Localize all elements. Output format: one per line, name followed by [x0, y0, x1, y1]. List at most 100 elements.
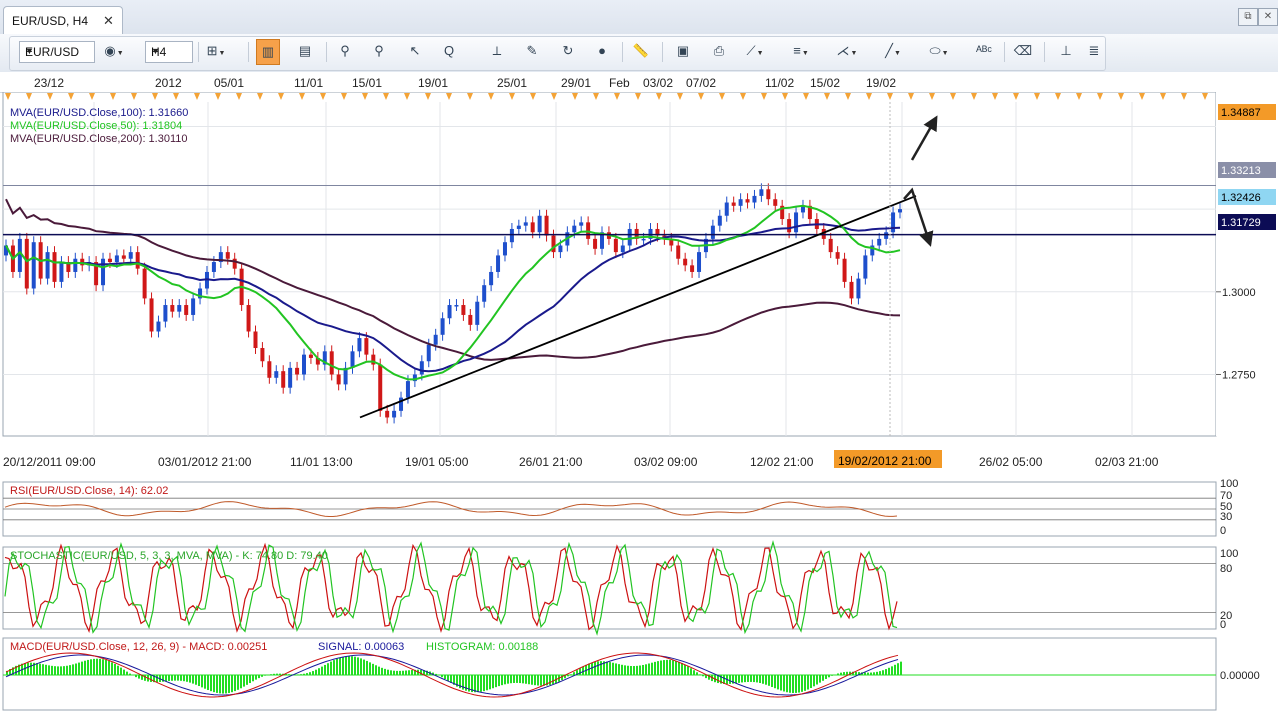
ruler-icon[interactable]: 📏	[630, 41, 652, 61]
candle-body	[579, 222, 584, 226]
macd-histogram-bar	[594, 661, 596, 675]
macd-histogram-bar	[552, 675, 554, 685]
macd-histogram-bar	[507, 675, 509, 684]
chart-area[interactable]: 1.3000 1.2750 MVA(EUR/USD.Close,100): 1.31…	[0, 92, 1278, 713]
candle-body	[288, 367, 293, 388]
channel-icon[interactable]: ≡▼	[790, 41, 812, 61]
macd-histogram-bar	[516, 675, 518, 683]
rsi-axis-label: 100	[1220, 478, 1238, 490]
indicators-icon[interactable]: ⊞▼	[205, 41, 227, 61]
pencil-icon[interactable]: ╱▼	[882, 41, 904, 61]
candle-body	[52, 252, 57, 282]
macd-histogram-bar	[66, 665, 68, 675]
candle-body	[302, 354, 306, 375]
macd-histogram-bar	[744, 675, 746, 683]
macd-histogram-bar	[786, 675, 788, 693]
candle-body	[787, 219, 792, 233]
stochastic-axis-label: 80	[1220, 563, 1232, 575]
macd-histogram-bar	[54, 666, 56, 675]
top-date-label: 29/01	[561, 76, 592, 90]
menu-icon[interactable]: ≣	[1083, 41, 1105, 61]
macd-histogram-bar	[126, 671, 128, 675]
macd-histogram-bar	[156, 675, 158, 683]
macd-histogram-bar	[396, 670, 398, 675]
image-icon[interactable]: ▣	[672, 41, 694, 61]
macd-histogram-bar	[666, 659, 668, 675]
candle-body	[849, 281, 854, 299]
candle-body	[246, 305, 251, 332]
edit-icon[interactable]: ✎	[521, 41, 543, 61]
macd-histogram-bar	[639, 665, 641, 675]
eraser-icon[interactable]: ⌫	[1012, 41, 1034, 61]
candle-body	[593, 238, 598, 249]
macd-histogram-bar	[855, 671, 857, 675]
candle-body	[468, 314, 473, 325]
zoom-area-icon[interactable]: Q	[438, 41, 460, 61]
bars-icon[interactable]: ▤	[294, 41, 316, 61]
candle-body	[516, 225, 521, 229]
macd-histogram-bar	[339, 657, 341, 675]
candle-body	[392, 410, 397, 418]
candle-body	[357, 338, 362, 352]
candle-body	[627, 228, 632, 246]
macd-histogram-bar	[27, 662, 29, 675]
candle-body	[101, 258, 106, 286]
candle-body	[211, 262, 216, 272]
candle-body	[142, 268, 147, 299]
zoom-in-icon[interactable]: ⚲	[334, 41, 356, 61]
rotate-icon[interactable]: ↻	[557, 41, 579, 61]
macd-histogram-bar	[117, 665, 119, 675]
macd-histogram-bar	[357, 657, 359, 675]
levels-icon[interactable]: ⟂	[486, 41, 508, 61]
print-icon[interactable]: ⎙	[708, 41, 730, 61]
macd-histogram-bar	[210, 675, 212, 692]
candle-body	[877, 238, 882, 246]
macd-histogram-bar	[252, 675, 254, 682]
macd-histogram-bar	[348, 656, 350, 675]
macd-histogram-bar	[249, 675, 251, 684]
macd-histogram-bar	[180, 675, 182, 681]
macd-histogram-bar	[360, 658, 362, 675]
symbol-select[interactable]: EUR/USD ▼	[19, 41, 95, 63]
macd-histogram-bar	[495, 675, 497, 688]
candle-body	[121, 255, 126, 259]
candle-body	[281, 371, 286, 388]
candles-icon[interactable]: ▥	[256, 39, 280, 65]
macd-histogram-bar	[528, 675, 530, 685]
macd-histogram-bar	[606, 661, 608, 675]
hierarchy-icon[interactable]: ⊥	[1055, 41, 1077, 61]
macd-histogram-bar	[279, 673, 281, 675]
close-tab-icon[interactable]: ✕	[103, 13, 114, 29]
macd-histogram-bar	[216, 675, 218, 693]
text-icon[interactable]: ᴬᴮᶜ	[973, 41, 995, 61]
globe-icon[interactable]: ●	[591, 41, 613, 61]
top-date-bar: 23/12 2012 05/01 11/01 15/01 19/01 25/01 29/01 F…	[0, 72, 1278, 93]
macd-histogram-bar	[498, 675, 500, 687]
cursor-time-label: 19/02/2012 21:00	[838, 454, 932, 468]
ellipse-icon[interactable]: ⬭▼	[928, 41, 950, 61]
macd-histogram-bar	[342, 656, 344, 675]
candle-body	[73, 258, 78, 272]
macd-histogram-bar	[729, 675, 731, 684]
candle-body	[773, 199, 778, 206]
candle-body	[558, 245, 563, 253]
candle-body	[31, 242, 36, 289]
time-axis-label: 03/02 09:00	[634, 455, 698, 469]
zoom-out-icon[interactable]: ⚲	[368, 41, 390, 61]
close-icon[interactable]: ✕	[1258, 8, 1278, 26]
macd-histogram-bar	[846, 671, 848, 675]
macd-histogram-bar	[183, 675, 185, 682]
macd-histogram-bar	[843, 672, 845, 675]
candle-body	[509, 228, 514, 243]
fan-icon[interactable]: ⋌▼	[836, 41, 858, 61]
restore-icon[interactable]: ⧉	[1238, 8, 1258, 26]
cursor-icon[interactable]: ↖	[404, 41, 426, 61]
macd-histogram-bar	[738, 675, 740, 683]
tab-eurusd-h4[interactable]: EUR/USD, H4 ✕	[3, 6, 123, 35]
timeframe-select[interactable]: H4 ▼	[145, 41, 193, 63]
chart-type-icon[interactable]: ◉▼	[103, 41, 125, 61]
macd-histogram-bar	[873, 672, 875, 675]
macd-histogram-bar	[864, 672, 866, 675]
trendline-tool-icon[interactable]: ⟋▼	[744, 41, 766, 61]
candle-body	[225, 252, 230, 259]
